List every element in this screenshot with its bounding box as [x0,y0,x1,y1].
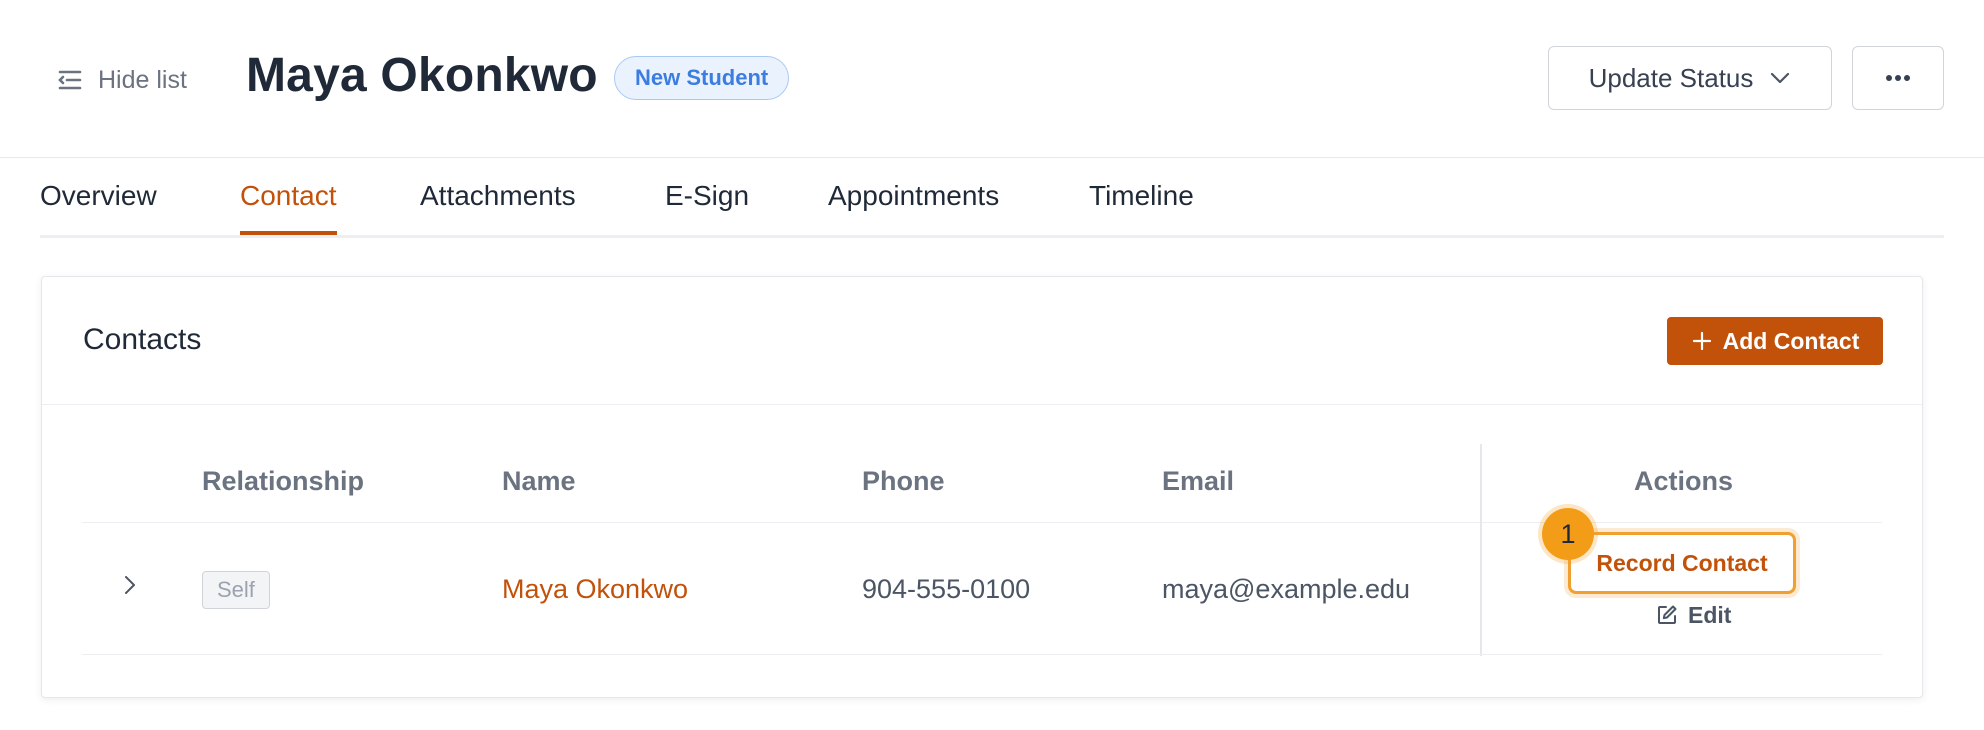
actions-column-divider [1480,444,1482,656]
add-contact-button[interactable]: Add Contact [1667,317,1883,365]
contacts-title: Contacts [83,323,202,356]
tab-appointments[interactable]: Appointments [828,180,999,235]
row-expand-toggle[interactable] [118,572,142,598]
record-contact-button[interactable]: Record Contact [1568,532,1796,594]
page-title: Maya Okonkwo [246,49,598,102]
contacts-card-header: Contacts Add Contact [42,277,1922,405]
hide-list-button[interactable]: Hide list [56,62,187,98]
edit-label: Edit [1688,601,1732,628]
tab-overview[interactable]: Overview [40,180,157,235]
column-header-phone: Phone [862,466,945,496]
chevron-right-icon [118,572,142,598]
table-header-divider [82,522,1882,523]
tab-bar: Overview Contact Attachments E-Sign Appo… [40,158,1944,238]
edit-contact-button[interactable]: Edit [1656,600,1731,630]
chevron-down-icon [1769,67,1791,89]
table-row-divider [82,654,1882,655]
ellipsis-icon [1884,73,1912,83]
contact-name-link[interactable]: Maya Okonkwo [502,574,688,605]
update-status-dropdown[interactable]: Update Status [1548,46,1832,110]
hide-list-label: Hide list [98,65,187,94]
column-header-actions: Actions [1634,466,1734,496]
relationship-badge: Self [202,571,270,609]
contact-email: maya@example.edu [1162,574,1411,604]
column-header-email: Email [1162,466,1235,496]
contact-phone: 904-555-0100 [862,574,1031,604]
add-contact-label: Add Contact [1722,327,1860,354]
column-header-name: Name [502,466,576,496]
tab-timeline[interactable]: Timeline [1089,180,1194,235]
tab-attachments[interactable]: Attachments [420,180,576,235]
tab-contact[interactable]: Contact [240,180,337,235]
status-badge: New Student [614,56,790,100]
update-status-label: Update Status [1588,62,1754,93]
page-header: Hide list Maya Okonkwo New Student Updat… [0,0,1984,158]
plus-icon [1691,330,1713,352]
step-marker: 1 [1542,508,1594,560]
edit-icon [1656,604,1678,626]
column-header-relationship: Relationship [202,466,365,496]
more-options-button[interactable] [1852,46,1944,110]
tab-e-sign[interactable]: E-Sign [665,180,749,235]
list-collapse-icon [56,66,84,94]
